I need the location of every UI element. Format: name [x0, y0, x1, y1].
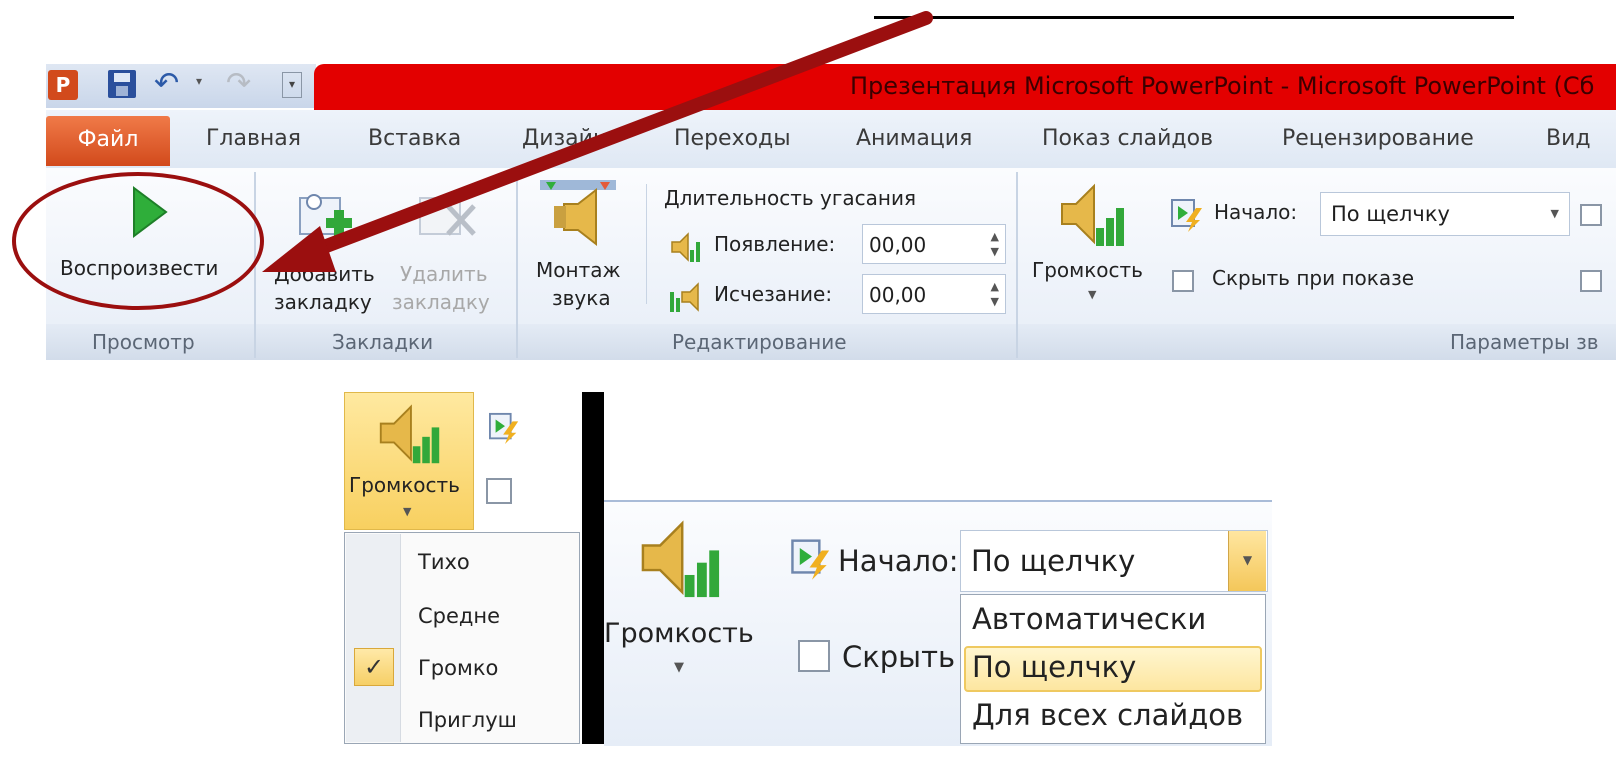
volume-label: Громкость: [349, 473, 460, 497]
volume-label: Громкость: [604, 618, 754, 649]
hide-during-show-checkbox[interactable]: [486, 478, 512, 504]
start-option-all-slides[interactable]: Для всех слайдов: [972, 698, 1243, 732]
chevron-down-icon[interactable]: ▼: [1228, 531, 1266, 591]
speaker-volume-icon: [379, 404, 440, 464]
divider-bar: [582, 392, 604, 744]
chevron-down-icon: ▼: [674, 660, 684, 675]
volume-button[interactable]: Громкость ▼: [604, 512, 764, 682]
menu-gutter: [346, 534, 401, 742]
hide-during-show-checkbox[interactable]: [798, 640, 830, 672]
start-trigger-icon: [791, 539, 830, 580]
start-trigger-icon: [489, 412, 519, 444]
chevron-down-icon: ▼: [403, 505, 412, 518]
volume-option-low[interactable]: Тихо: [418, 550, 470, 574]
hide-during-show-label: Скрыть п: [842, 640, 958, 674]
volume-option-mute[interactable]: Приглуш: [418, 708, 578, 732]
volume-option-medium[interactable]: Средне: [418, 604, 500, 628]
start-option-on-click[interactable]: По щелчку: [972, 650, 1136, 684]
volume-button-pressed[interactable]: Громкость ▼: [344, 392, 474, 530]
volume-option-high[interactable]: Громко: [418, 656, 498, 680]
checkmark-icon: ✓: [354, 648, 394, 686]
start-combo-value: По щелчку: [971, 544, 1136, 578]
start-option-automatic[interactable]: Автоматически: [972, 602, 1206, 636]
speaker-volume-icon: [641, 520, 720, 598]
start-label: Начало:: [838, 544, 959, 578]
start-combo[interactable]: По щелчку: [960, 530, 1268, 592]
